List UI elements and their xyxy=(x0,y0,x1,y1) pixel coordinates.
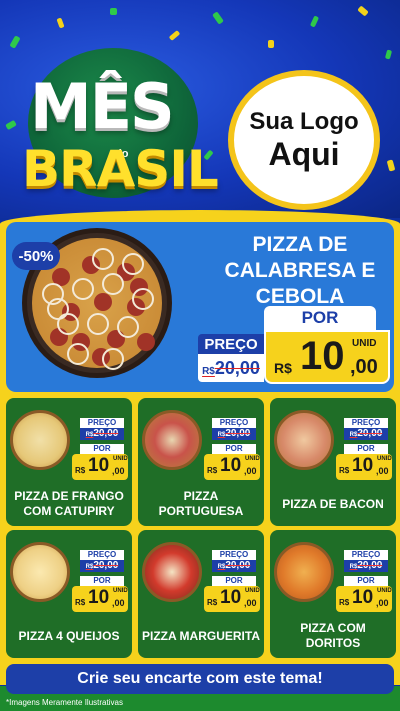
price-unit: UNID xyxy=(352,338,377,349)
por-label: POR xyxy=(80,576,124,586)
price-currency: R$ xyxy=(75,466,86,475)
preco-label: PREÇO xyxy=(212,550,256,560)
logo-text-line1: Sua Logo xyxy=(249,107,359,135)
price-unit: UNID xyxy=(377,588,392,594)
pizza-image xyxy=(10,542,70,602)
price-cents: ,00 xyxy=(244,466,257,476)
price-currency: R$ xyxy=(339,598,350,607)
price: R$ 10 UNID ,00 xyxy=(204,586,260,612)
price-cents: ,00 xyxy=(376,466,389,476)
preco-label: PREÇO xyxy=(344,550,388,560)
price-currency: R$ xyxy=(207,598,218,607)
preco-label: PREÇO xyxy=(212,418,256,428)
por-label: POR xyxy=(212,444,256,454)
product-name: PIZZA DE BACON xyxy=(282,496,384,511)
preco-label: PREÇO xyxy=(344,418,388,428)
pizza-image xyxy=(142,542,202,602)
price-unit: UNID xyxy=(113,588,128,594)
preco-label: PREÇO xyxy=(198,334,264,354)
pizza-image xyxy=(274,542,334,602)
logo-placeholder[interactable]: Sua Logo Aqui xyxy=(228,70,380,210)
price-unit: UNID xyxy=(377,456,392,462)
cta-button[interactable]: Crie seu encarte com este tema! xyxy=(6,664,394,694)
product-card-4-queijos[interactable]: PREÇO R$20,00 POR R$ 10 UNID ,00 PIZZA 4 QUEIJO… xyxy=(6,530,132,658)
price-cents: ,00 xyxy=(244,598,257,608)
product-name: PIZZA DE FRANGO COM CATUPIRY xyxy=(14,489,124,518)
brand-title-brasil: BRASIL xyxy=(22,140,219,198)
product-name: PIZZA 4 QUEIJOS xyxy=(18,628,120,643)
price-integer: 10 xyxy=(88,455,110,476)
price-integer: 10 xyxy=(352,455,374,476)
product-card-portuguesa[interactable]: PREÇO R$20,00 POR R$ 10 UNID ,00 PIZZA PORTUGUE… xyxy=(138,398,264,526)
por-label: POR xyxy=(344,444,388,454)
header-banner: MÊS do BRASIL Sua Logo Aqui xyxy=(0,0,400,218)
price-integer: 10 xyxy=(220,455,242,476)
price-cents: ,00 xyxy=(376,598,389,608)
pizza-image xyxy=(142,410,202,470)
price: R$ 10 UNID ,00 xyxy=(72,454,128,480)
pizza-image xyxy=(274,410,334,470)
price-currency: R$ xyxy=(274,360,292,376)
old-price: R$20,00 xyxy=(80,560,124,572)
brand-title-mes: MÊS xyxy=(30,70,175,143)
product-card-doritos[interactable]: PREÇO R$20,00 POR R$ 10 UNID ,00 PIZZA COM DORI… xyxy=(270,530,396,658)
price-unit: UNID xyxy=(245,588,260,594)
old-price: R$20,00 xyxy=(344,560,388,572)
logo-text-line2: Aqui xyxy=(268,135,340,172)
old-price: R$20,00 xyxy=(212,428,256,440)
price-integer: 10 xyxy=(88,587,110,608)
price-integer: 10 xyxy=(300,334,345,378)
price: R$ 10 UNID ,00 xyxy=(336,586,392,612)
por-label: POR xyxy=(80,444,124,454)
featured-product-name: PIZZA DE CALABRESA E CEBOLA xyxy=(224,233,376,308)
product-card-frango-catupiry[interactable]: PREÇO R$20,00 POR R$ 10 UNID ,00 PIZZA DE FRANG… xyxy=(6,398,132,526)
price: R$ 10 UNID ,00 xyxy=(204,454,260,480)
product-card-bacon[interactable]: PREÇO R$20,00 POR R$ 10 UNID ,00 PIZZA DE BACON xyxy=(270,398,396,526)
por-label: POR xyxy=(264,306,376,330)
price-integer: 10 xyxy=(220,587,242,608)
featured-price: R$ 10 UNID ,00 xyxy=(264,330,390,384)
price-cents: ,00 xyxy=(112,466,125,476)
product-name: PIZZA PORTUGUESA xyxy=(158,489,244,518)
price: R$ 10 UNID ,00 xyxy=(72,586,128,612)
por-label: POR xyxy=(212,576,256,586)
price-currency: R$ xyxy=(207,466,218,475)
price-integer: 10 xyxy=(352,587,374,608)
price-cents: ,00 xyxy=(350,356,378,378)
disclaimer-text: *Imagens Meramente Ilustrativas xyxy=(6,698,123,707)
discount-badge: -50% xyxy=(12,242,60,270)
preco-label: PREÇO xyxy=(80,418,124,428)
price-currency: R$ xyxy=(339,466,350,475)
old-price: R$20,00 xyxy=(344,428,388,440)
old-price: R$20,00 xyxy=(198,354,264,382)
price: R$ 10 UNID ,00 xyxy=(336,454,392,480)
product-name: PIZZA MARGUERITA xyxy=(142,628,260,643)
pizza-image xyxy=(10,410,70,470)
preco-label: PREÇO xyxy=(80,550,124,560)
price-cents: ,00 xyxy=(112,598,125,608)
price-currency: R$ xyxy=(75,598,86,607)
price-unit: UNID xyxy=(113,456,128,462)
product-card-marguerita[interactable]: PREÇO R$20,00 POR R$ 10 UNID ,00 PIZZA MARGUERI… xyxy=(138,530,264,658)
product-name: PIZZA COM DORITOS xyxy=(300,621,366,650)
old-price: R$20,00 xyxy=(80,428,124,440)
por-label: POR xyxy=(344,576,388,586)
old-price: R$20,00 xyxy=(212,560,256,572)
price-unit: UNID xyxy=(245,456,260,462)
